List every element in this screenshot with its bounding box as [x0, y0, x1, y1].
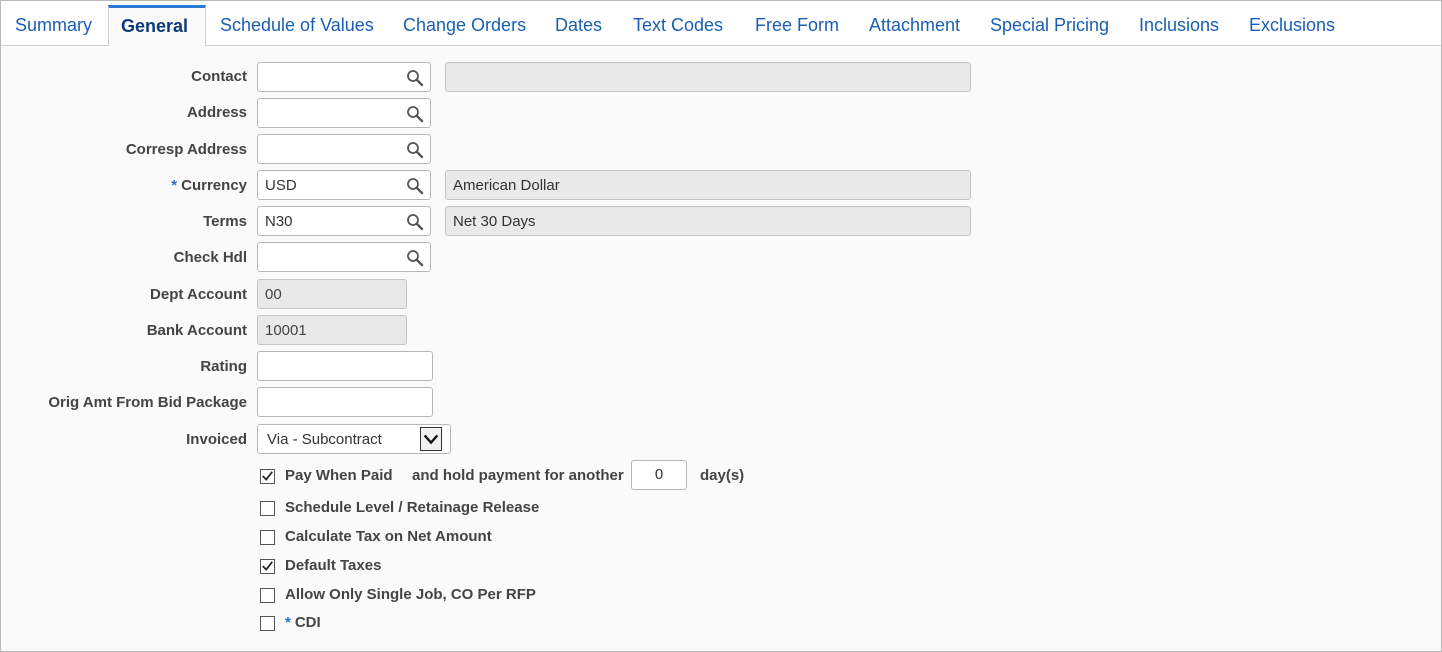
general-panel: Summary General Schedule of Values Chang…	[0, 0, 1442, 652]
hold-days-input[interactable]: 0	[631, 460, 687, 490]
magnifier-icon[interactable]	[406, 213, 424, 231]
checkmark-icon	[262, 561, 273, 571]
terms-input[interactable]: N30	[257, 206, 431, 236]
tab-free-form[interactable]: Free Form	[743, 5, 851, 45]
hold-payment-label: and hold payment for another	[412, 467, 624, 484]
magnifier-icon[interactable]	[406, 177, 424, 195]
contact-description	[445, 62, 971, 92]
tab-exclusions[interactable]: Exclusions	[1237, 5, 1347, 45]
bank-account-field: 10001	[257, 315, 407, 345]
orig-amt-input[interactable]	[257, 387, 433, 417]
dept-account-label: Dept Account	[150, 286, 247, 303]
tab-special-pricing[interactable]: Special Pricing	[978, 5, 1121, 45]
bank-account-label: Bank Account	[146, 322, 247, 339]
magnifier-icon[interactable]	[406, 105, 424, 123]
schedule-level-checkbox[interactable]	[260, 501, 275, 516]
schedule-level-label: Schedule Level / Retainage Release	[285, 499, 540, 516]
required-marker: *	[285, 614, 291, 631]
tab-general[interactable]: General	[108, 5, 206, 46]
contact-input[interactable]	[257, 62, 431, 92]
calc-tax-label: Calculate Tax on Net Amount	[285, 528, 492, 545]
tab-dates[interactable]: Dates	[543, 5, 614, 45]
dept-account-field: 00	[257, 279, 407, 309]
days-unit-label: day(s)	[700, 467, 745, 484]
tab-schedule-of-values[interactable]: Schedule of Values	[208, 5, 386, 45]
rating-input[interactable]	[257, 351, 433, 381]
address-input[interactable]	[257, 98, 431, 128]
tab-summary[interactable]: Summary	[3, 5, 104, 45]
invoiced-value: Via - Subcontract	[267, 431, 382, 448]
terms-label: Terms	[203, 213, 247, 230]
cdi-checkbox[interactable]	[260, 616, 275, 631]
required-marker: *	[171, 177, 178, 194]
single-job-label: Allow Only Single Job, CO Per RFP	[285, 586, 536, 603]
tab-text-codes[interactable]: Text Codes	[621, 5, 735, 45]
check-hdl-input[interactable]	[257, 242, 431, 272]
magnifier-icon[interactable]	[406, 249, 424, 267]
corresp-address-input[interactable]	[257, 134, 431, 164]
currency-label: * Currency	[171, 177, 247, 194]
pay-when-paid-checkbox[interactable]	[260, 469, 275, 484]
single-job-checkbox[interactable]	[260, 588, 275, 603]
tab-bar: Summary General Schedule of Values Chang…	[1, 1, 1441, 46]
checkmark-icon	[262, 471, 273, 481]
currency-description: American Dollar	[445, 170, 971, 200]
tab-change-orders[interactable]: Change Orders	[391, 5, 538, 45]
tab-attachment[interactable]: Attachment	[857, 5, 972, 45]
currency-input[interactable]: USD	[257, 170, 431, 200]
default-taxes-checkbox[interactable]	[260, 559, 275, 574]
default-taxes-label: Default Taxes	[285, 557, 382, 574]
address-label: Address	[186, 104, 247, 121]
pay-when-paid-label: Pay When Paid	[285, 467, 393, 484]
invoiced-select[interactable]: Via - Subcontract	[257, 424, 451, 454]
terms-value: N30	[265, 213, 293, 230]
magnifier-icon[interactable]	[406, 141, 424, 159]
tab-inclusions[interactable]: Inclusions	[1127, 5, 1231, 45]
calc-tax-checkbox[interactable]	[260, 530, 275, 545]
terms-description: Net 30 Days	[445, 206, 971, 236]
rating-label: Rating	[200, 358, 247, 375]
orig-amt-label: Orig Amt From Bid Package	[48, 394, 247, 411]
cdi-label: * CDI	[285, 614, 321, 631]
chevron-down-icon[interactable]	[420, 427, 442, 451]
invoiced-label: Invoiced	[186, 431, 247, 448]
contact-label: Contact	[191, 68, 247, 85]
corresp-address-label: Corresp Address	[125, 141, 247, 158]
check-hdl-label: Check Hdl	[173, 249, 247, 266]
currency-value: USD	[265, 177, 297, 194]
magnifier-icon[interactable]	[406, 69, 424, 87]
